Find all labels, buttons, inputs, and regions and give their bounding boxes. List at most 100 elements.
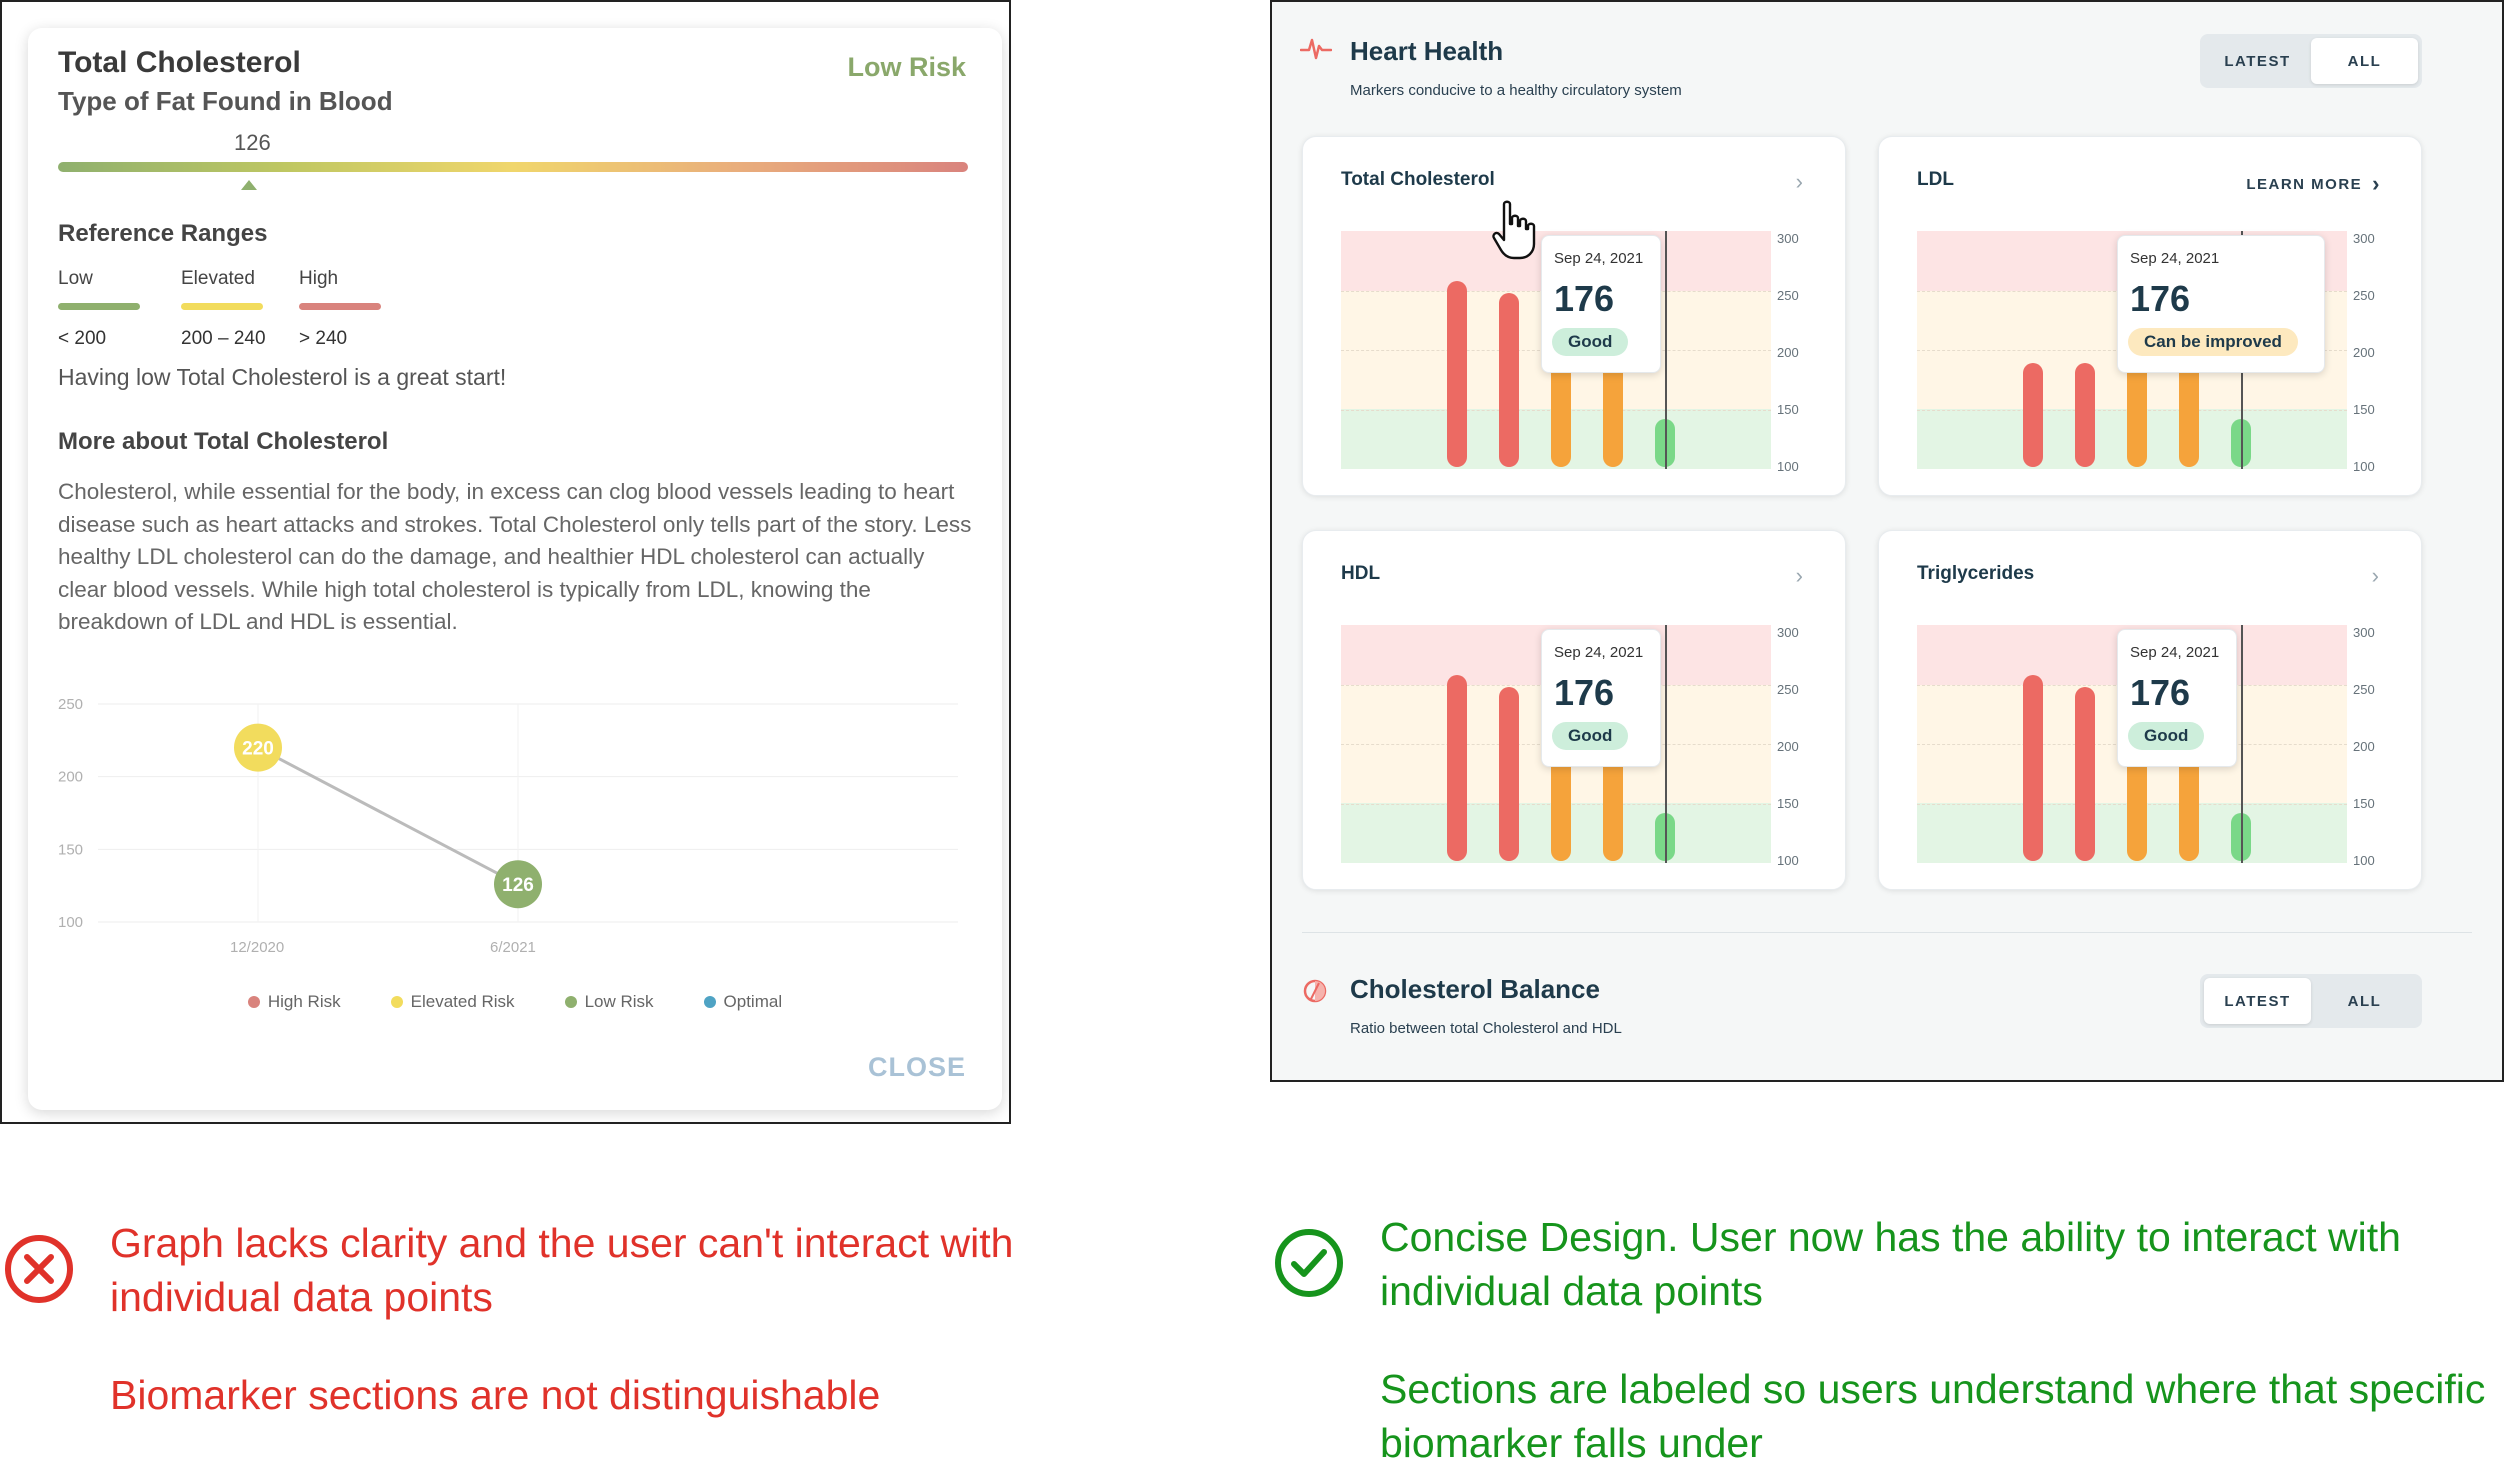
value-marker-icon [241,180,257,190]
y-tick-label: 250 [1777,288,1799,303]
legend-dot-icon [564,996,577,1008]
data-bar [2127,757,2147,861]
data-bar [1499,293,1519,467]
selection-line [1665,625,1667,863]
y-tick-label: 200 [1777,345,1799,360]
data-point-tooltip[interactable]: Sep 24, 2021 176 Good [1541,629,1661,767]
risk-status: Low Risk [847,52,966,82]
data-bar [2023,675,2043,861]
legend-item: Low Risk [564,992,654,1012]
y-tick-label: 100 [2353,853,2375,868]
status-badge: Good [1552,722,1629,750]
y-tick-label: 200 [58,769,83,786]
cholesterol-balance-subtitle: Ratio between total Cholesterol and HDL [1350,1020,1622,1037]
legend-dot-icon [703,996,716,1008]
heart-pulse-icon [1300,38,1332,60]
solution-caption-sections: Sections are labeled so users understand… [1380,1366,2486,1466]
y-tick-label: 200 [1777,739,1799,754]
problem-caption-sections: Biomarker sections are not distinguishab… [110,1372,881,1418]
range-label: Low [58,268,93,289]
balance-icon [1303,979,1327,1003]
all-toggle-button[interactable]: ALL [2311,38,2418,84]
data-bar [1603,757,1623,861]
data-point-tooltip[interactable]: Sep 24, 2021 176 Good [2117,629,2237,767]
data-bar [2179,757,2199,861]
section-divider [1302,932,2472,933]
data-bar [2023,363,2043,467]
view-toggle: LATEST ALL [2200,34,2422,88]
old-design-panel: Total Cholesterol Type of Fat Found in B… [0,0,1011,1124]
modal-subtitle: Type of Fat Found in Blood [58,86,393,116]
card-title: Triglycerides [1917,563,2035,584]
chevron-right-icon[interactable]: › [1796,563,1803,589]
tooltip-date: Sep 24, 2021 [2130,250,2220,267]
y-tick-label: 300 [2353,231,2375,246]
card-title: Total Cholesterol [1341,169,1495,190]
x-tick-label: 6/2021 [490,939,536,956]
history-line-chart: 250 200 150 100 12/2020 6/2021 220 126 [58,696,958,956]
tooltip-value: 176 [1554,278,1615,319]
y-tick-label: 100 [58,914,83,931]
data-bar [1603,363,1623,467]
range-low: Low < 200 [58,268,140,350]
all-toggle-button[interactable]: ALL [2311,978,2418,1024]
data-point-label: 126 [502,875,534,896]
selection-line [1665,231,1667,469]
range-bar [181,303,263,310]
range-bar-chart: 300 250 200 150 100 Sep 24, 2021 176 Good [1917,625,2375,868]
range-bar-chart: 300 250 200 150 100 Sep 24, 2021 176 Can be imp… [1917,231,2375,474]
legend-label: Low Risk [584,992,654,1011]
range-bar [299,303,381,310]
y-tick-label: 150 [58,841,83,858]
metric-card-ldl[interactable]: LDL LEARN MORE › 300 250 200 150 100 Sep 24, … [1878,136,2422,496]
legend-item: Optimal [703,992,782,1012]
description-paragraph: Cholesterol, while essential for the bod… [58,479,972,634]
metric-card-total-cholesterol[interactable]: Total Cholesterol › 300 250 200 150 100 Sep 2… [1302,136,1846,496]
modal-title: Total Cholesterol [58,46,301,79]
data-point-tooltip[interactable]: Sep 24, 2021 176 Can be improved [2117,235,2325,373]
y-tick-label: 100 [1777,853,1799,868]
total-cholesterol-modal: Total Cholesterol Type of Fat Found in B… [28,28,1002,1110]
data-bar [2075,363,2095,467]
legend-item: High Risk [247,992,341,1012]
legend-label: High Risk [267,992,341,1011]
range-bar-chart: 300 250 200 150 100 Sep 24, 2021 176 Good [1341,231,1799,474]
y-tick-label: 250 [1777,682,1799,697]
learn-more-link[interactable]: LEARN MORE › [2246,171,2381,197]
solution-caption-interaction: Concise Design. User now has the ability… [1380,1214,2401,1314]
problem-caption-graph: Graph lacks clarity and the user can't i… [110,1220,1014,1320]
tooltip-value: 176 [2130,672,2191,713]
reference-ranges-heading: Reference Ranges [58,220,268,247]
legend-dot-icon [247,996,260,1008]
chart-legend: High Risk Elevated Risk Low Risk Optimal [28,992,1002,1012]
chevron-right-icon[interactable]: › [1796,169,1803,195]
card-title: HDL [1341,563,1381,584]
data-bar [1551,757,1571,861]
series-line [257,746,519,886]
tooltip-date: Sep 24, 2021 [2130,644,2220,661]
range-label: High [299,268,339,289]
range-value: > 240 [299,328,348,349]
risk-gradient-bar [58,162,968,172]
status-badge: Good [2128,722,2205,750]
more-about-heading: More about Total Cholesterol [58,428,389,455]
latest-toggle-button[interactable]: LATEST [2204,978,2311,1024]
data-point-tooltip[interactable]: Sep 24, 2021 176 Good [1541,235,1661,373]
chevron-right-icon[interactable]: › [2372,563,2379,589]
status-badge: Can be improved [2128,328,2298,356]
close-button[interactable]: CLOSE [868,1052,966,1083]
tooltip-date: Sep 24, 2021 [1554,250,1644,267]
new-design-panel: Heart Health Markers conducive to a heal… [1270,0,2504,1082]
y-tick-label: 300 [2353,625,2375,640]
data-bar [2127,363,2147,467]
latest-toggle-button[interactable]: LATEST [2204,38,2311,84]
tooltip-value: 176 [1554,672,1615,713]
metric-card-hdl[interactable]: HDL › 300 250 200 150 100 Sep 24, 2021 176 Good [1302,530,1846,890]
legend-dot-icon [390,996,403,1008]
learn-more-label: LEARN MORE [2246,175,2363,193]
y-tick-label: 200 [2353,739,2375,754]
range-elevated: Elevated 200 – 240 [181,268,266,350]
metric-card-triglycerides[interactable]: Triglycerides › 300 250 200 150 100 Sep 24, 2… [1878,530,2422,890]
y-tick-label: 200 [2353,345,2375,360]
data-bar [1447,281,1467,467]
